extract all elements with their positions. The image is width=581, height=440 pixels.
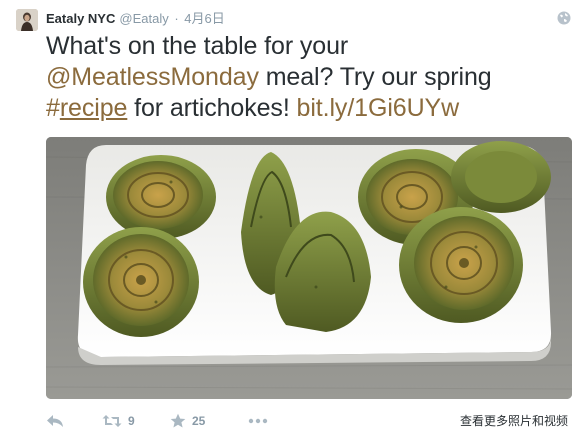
more-button[interactable]: [248, 410, 268, 432]
tweet-card[interactable]: Eataly NYC @Eataly · 4月6日 What's on the t…: [0, 0, 581, 440]
avatar[interactable]: [16, 9, 38, 31]
more-dots-icon: [248, 418, 268, 424]
favorite-button[interactable]: 25: [170, 410, 205, 432]
tweet-text-line2: meal? Try our spring: [258, 63, 492, 91]
hashtag-link[interactable]: recipe: [60, 94, 128, 122]
mention-link[interactable]: @MeatlessMonday: [46, 63, 259, 91]
tweet-text-line3: for artichokes!: [127, 94, 297, 122]
url-link[interactable]: bit.ly/1Gi6UYw: [297, 94, 460, 122]
hashtag-symbol[interactable]: #: [46, 94, 60, 122]
star-icon: [170, 413, 186, 428]
tweet-text: What's on the table for your @MeatlessMo…: [46, 31, 566, 124]
reply-button[interactable]: [46, 410, 64, 432]
separator: ·: [174, 11, 179, 26]
media-photo[interactable]: [46, 137, 572, 399]
view-more-media-link[interactable]: 查看更多照片和视频: [460, 412, 568, 429]
tweet-header: Eataly NYC @Eataly · 4月6日: [46, 11, 225, 27]
timestamp[interactable]: 4月6日: [184, 11, 224, 26]
favorite-count: 25: [192, 414, 206, 428]
retweet-count: 9: [128, 414, 135, 428]
retweet-icon: [102, 415, 122, 427]
author-name[interactable]: Eataly NYC: [46, 11, 115, 26]
tweet-actions: 9 25 查看更多照片和视频: [46, 410, 576, 432]
author-handle[interactable]: @Eataly: [119, 11, 168, 26]
tweet-text-line1: What's on the table for your: [46, 32, 349, 60]
retweet-button[interactable]: 9: [102, 410, 135, 432]
globe-icon: [557, 11, 571, 25]
reply-icon: [47, 415, 63, 427]
